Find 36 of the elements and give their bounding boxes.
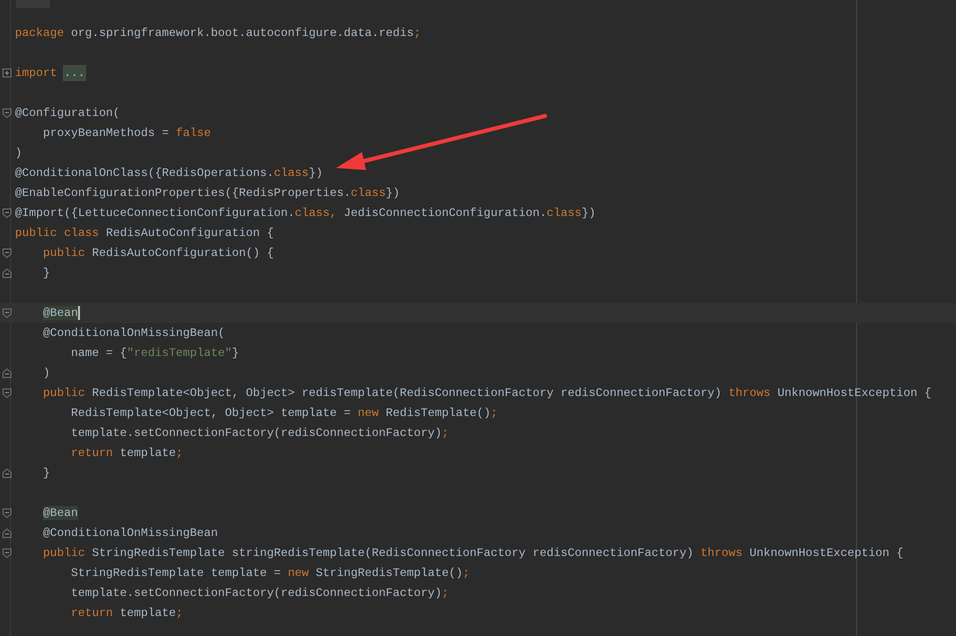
code-line: import ... (15, 65, 85, 82)
code-line: template.setConnectionFactory(redisConnectionFactory); (70, 585, 449, 602)
code-line: } (42, 465, 50, 482)
code-line: } (42, 265, 50, 282)
code-line: public RedisTemplate<Object, Object> redisTemplate(RedisConnectionFactory redisConnectionFactory) throws UnknownHostException { (42, 385, 932, 402)
fold-minus-icon[interactable] (2, 108, 12, 118)
code-line: @ConditionalOnMissingBean (42, 525, 218, 542)
fold-minus-icon[interactable] (2, 548, 12, 558)
code-line: public StringRedisTemplate stringRedisTemplate(RedisConnectionFactory redisConnectionFactory) throws UnknownHostException { (42, 545, 904, 562)
code-line: @EnableConfigurationProperties({RedisProperties.class}) (15, 185, 400, 202)
fold-plus-icon[interactable] (2, 68, 12, 78)
fold-minus-icon[interactable] (2, 368, 12, 378)
code-line: public class RedisAutoConfiguration { (15, 225, 274, 242)
fold-minus-icon[interactable] (2, 208, 12, 218)
code-line: StringRedisTemplate template = new StringRedisTemplate(); (70, 565, 470, 582)
fold-minus-icon[interactable] (2, 528, 12, 538)
code-line: proxyBeanMethods = false (42, 125, 211, 142)
code-line: @Import({LettuceConnectionConfiguration.class, JedisConnectionConfiguration.class}) (15, 205, 596, 222)
code-line: public RedisAutoConfiguration() { (42, 245, 274, 262)
fold-minus-icon[interactable] (2, 388, 12, 398)
fold-minus-icon[interactable] (2, 468, 12, 478)
code-line: RedisTemplate<Object, Object> template = new RedisTemplate(); (70, 405, 498, 422)
code-line: return template; (70, 445, 183, 462)
fold-minus-icon[interactable] (2, 248, 12, 258)
fold-minus-icon[interactable] (2, 268, 12, 278)
code-line: @Configuration( (15, 105, 120, 122)
code-line: package org.springframework.boot.autoconfigure.data.redis; (15, 25, 421, 42)
code-line: return template; (70, 605, 183, 622)
code-line: ) (15, 145, 22, 162)
code-line: template.setConnectionFactory(redisConnectionFactory); (70, 425, 449, 442)
code-line: @ConditionalOnClass({RedisOperations.class}) (15, 165, 323, 182)
code-line: name = {"redisTemplate"} (70, 345, 239, 362)
code-line: ) (42, 365, 50, 382)
fold-minus-icon[interactable] (2, 508, 12, 518)
fold-minus-icon[interactable] (2, 308, 12, 318)
code-line: @ConditionalOnMissingBean( (42, 325, 225, 342)
